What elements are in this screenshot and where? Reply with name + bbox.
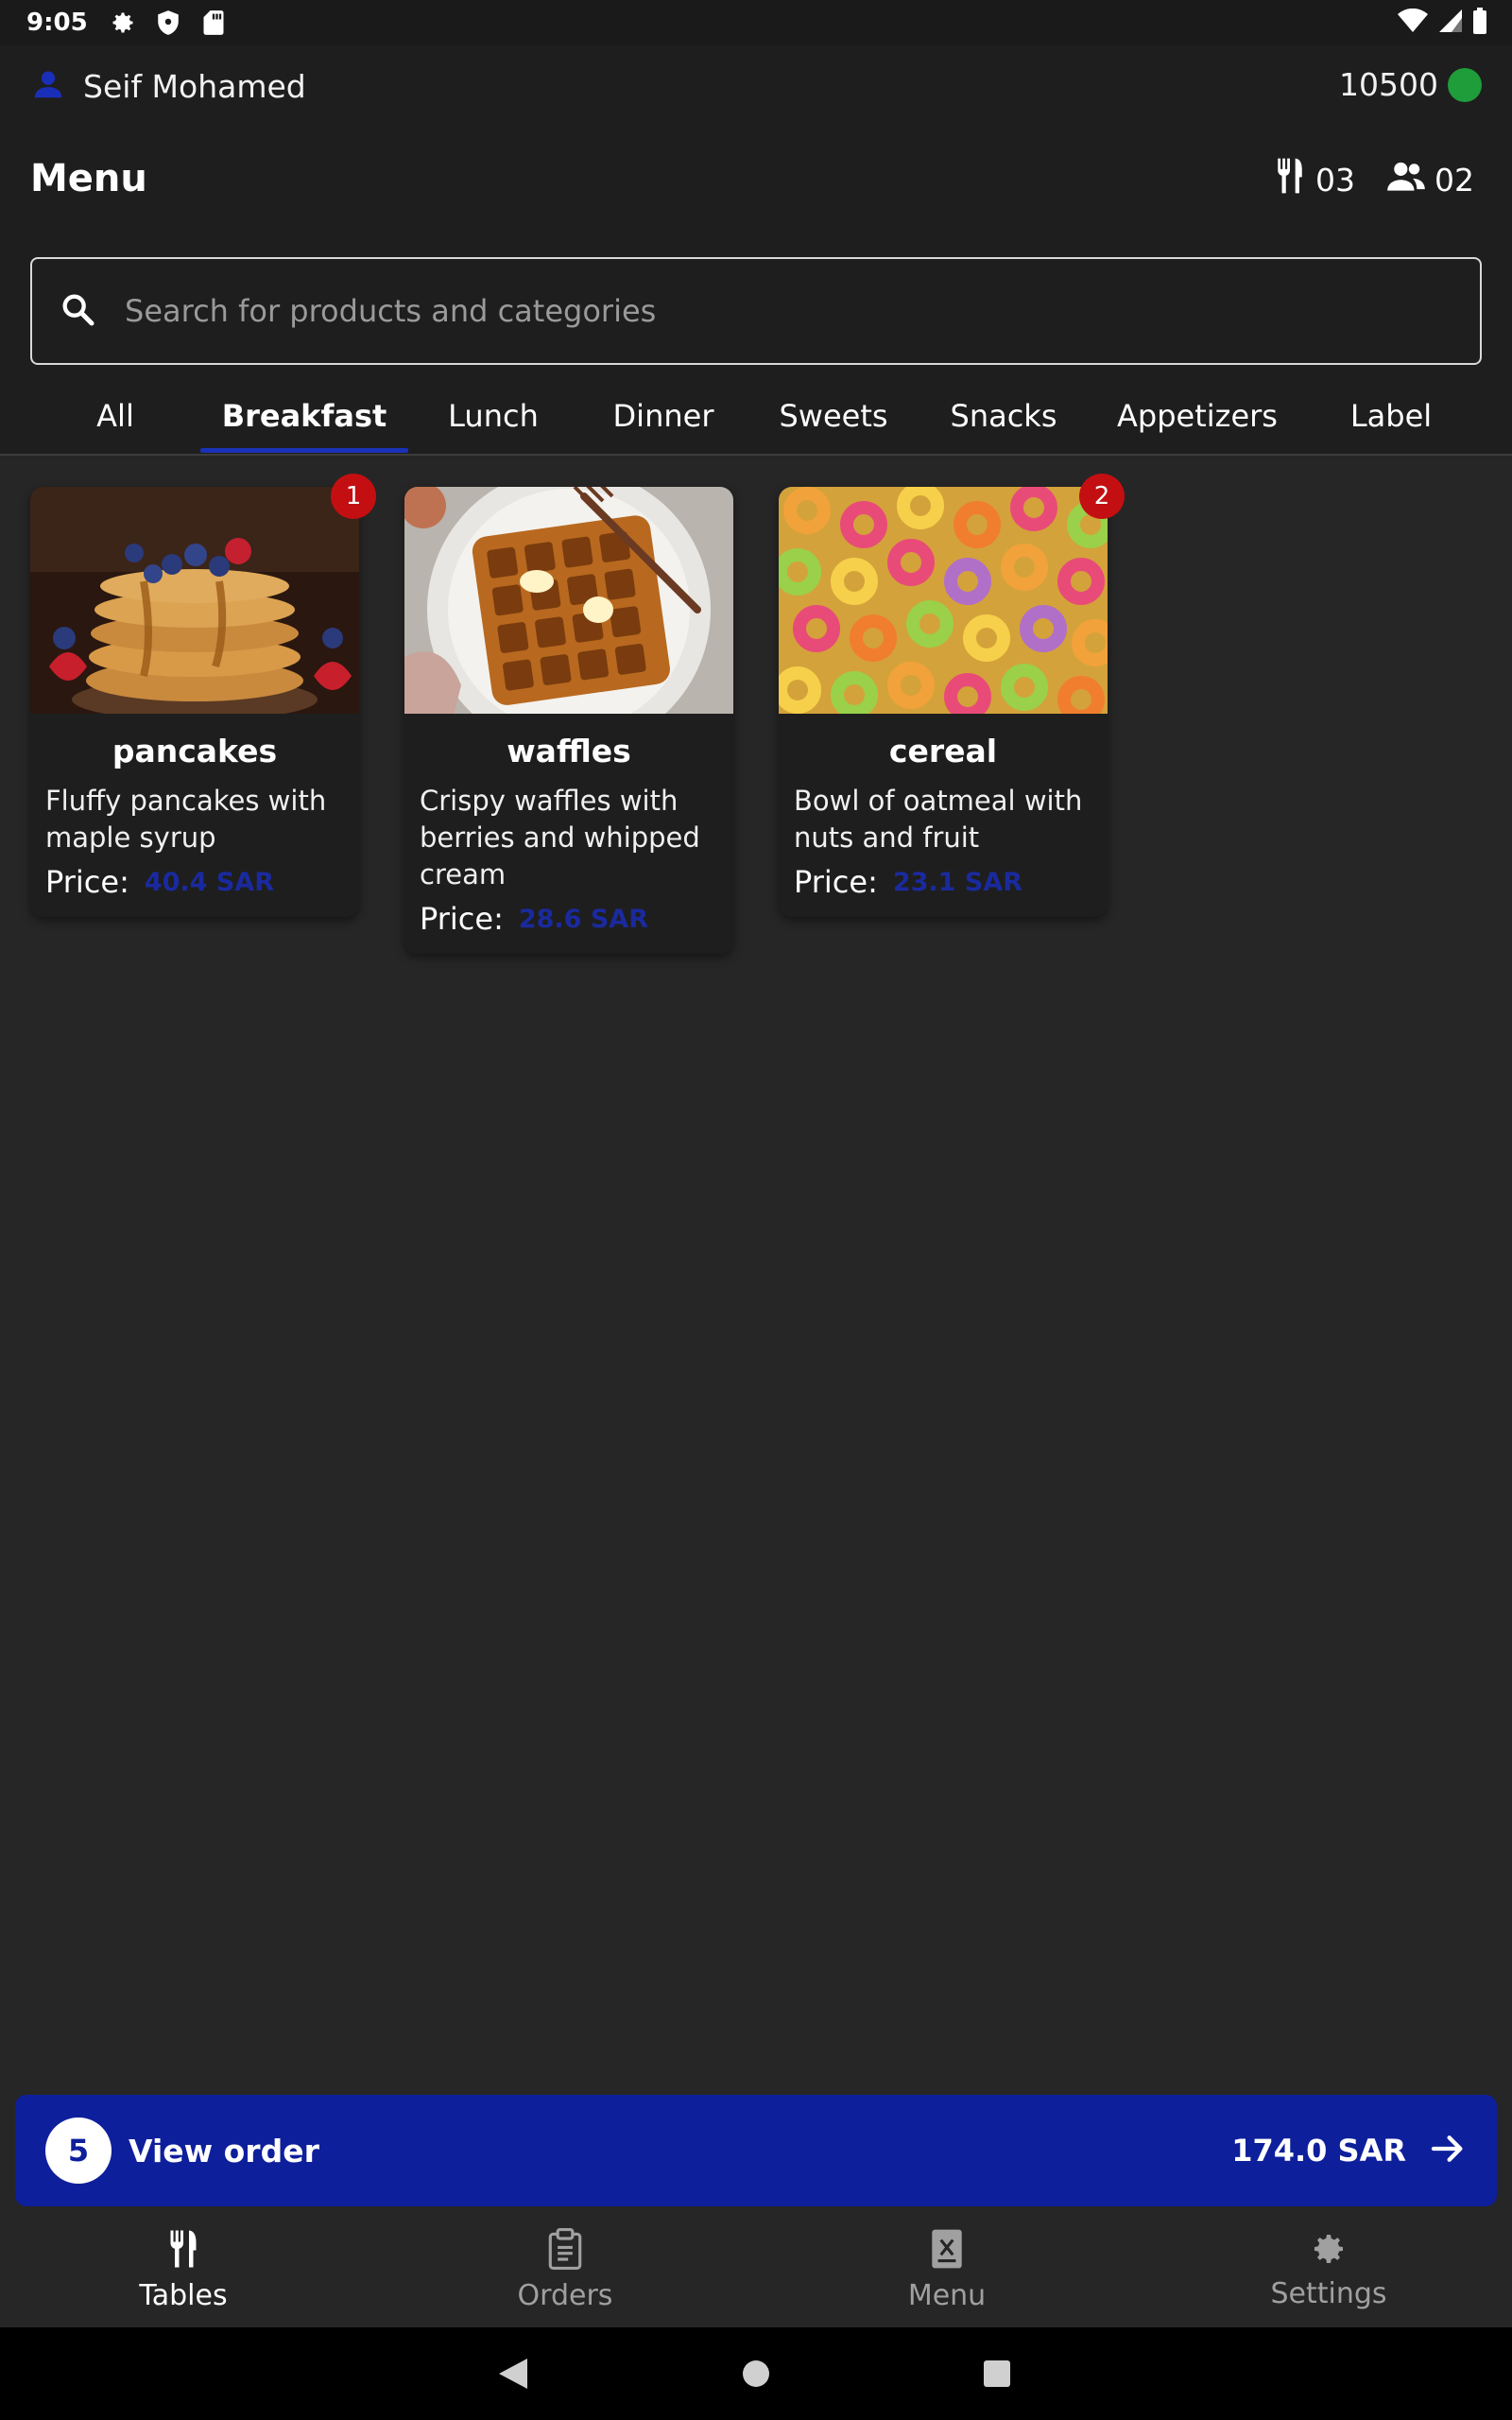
status-time: 9:05 [26,9,88,37]
system-navigation-bar [0,2327,1512,2420]
quantity-badge: 1 [331,474,376,519]
search-bar[interactable] [30,257,1482,365]
price-label: Price: [45,864,129,900]
guests-count: 02 [1435,161,1474,199]
tab-appetizers[interactable]: Appetizers [1098,378,1297,454]
person-icon [30,66,66,106]
recents-icon[interactable] [973,2350,1021,2397]
people-icon [1387,160,1425,199]
signal-icon [1438,9,1463,37]
home-icon[interactable] [732,2350,780,2397]
menu-book-icon [929,2228,965,2273]
tables-counter[interactable]: 03 [1274,157,1355,202]
points-display: 10500 [1339,66,1482,103]
product-price: 23.1 SAR [892,867,1022,897]
waffles-image [404,487,733,714]
search-input[interactable] [125,293,1353,329]
tab-breakfast[interactable]: Breakfast [200,378,408,454]
view-order-button[interactable]: 5 View order 174.0 SAR [15,2095,1497,2206]
nav-menu[interactable]: Menu [824,2212,1070,2327]
pancakes-image [30,487,359,714]
guests-counter[interactable]: 02 [1387,160,1474,199]
tab-dinner[interactable]: Dinner [588,378,739,454]
tables-count: 03 [1315,161,1355,199]
product-name: cereal [888,733,998,769]
tab-all[interactable]: All [59,378,172,454]
battery-icon [1472,8,1487,38]
order-total: 174.0 SAR [1231,2133,1406,2169]
bottom-navigation: Tables Orders Menu Settings [0,2212,1512,2327]
tabs-divider [0,454,1512,456]
nav-tables[interactable]: Tables [60,2212,306,2327]
cereal-image [779,487,1108,714]
price-label: Price: [420,901,504,937]
tab-lunch[interactable]: Lunch [427,378,559,454]
search-icon [59,290,96,332]
active-tab-indicator [200,448,408,453]
tab-snacks[interactable]: Snacks [928,378,1079,454]
price-label: Price: [794,864,878,900]
nav-label: Menu [907,2278,987,2312]
status-bar: 9:05 [0,0,1512,45]
nav-label: Tables [139,2278,228,2312]
product-card-waffles[interactable]: waffles Crispy waffles with berries and … [404,487,733,954]
points-value: 10500 [1339,66,1438,103]
product-card-cereal[interactable]: 2 cereal Bowl of oatmeal with nuts and f… [779,474,1125,917]
product-description: Crispy waffles with berries and whipped … [420,785,700,890]
header-counters: 03 02 [1274,157,1474,202]
tab-label[interactable]: Label [1315,378,1467,454]
price-row: Price: 23.1 SAR [779,856,1108,917]
product-description: Bowl of oatmeal with nuts and fruit [794,785,1083,854]
nav-orders[interactable]: Orders [442,2212,688,2327]
user-profile[interactable]: Seif Mohamed [30,66,306,106]
fork-knife-icon [166,2228,200,2273]
category-tabs: All Breakfast Lunch Dinner Sweets Snacks… [0,378,1512,454]
wifi-icon [1397,8,1429,37]
shield-icon [154,9,182,37]
status-icons-right [1397,0,1487,45]
nav-label: Settings [1270,2276,1387,2310]
tab-sweets[interactable]: Sweets [758,378,909,454]
gear-icon [1310,2230,1348,2272]
product-name: pancakes [112,733,278,769]
order-count-badge: 5 [45,2118,112,2184]
view-order-label: View order [129,2132,319,2169]
product-name: waffles [507,733,631,769]
clipboard-icon [547,2227,583,2273]
price-row: Price: 40.4 SAR [30,856,359,917]
back-icon[interactable] [490,2350,537,2397]
quantity-badge: 2 [1079,474,1125,519]
arrow-right-icon [1429,2130,1467,2171]
product-price: 40.4 SAR [144,867,274,897]
gear-icon [109,9,137,37]
fork-knife-icon [1274,157,1306,202]
sd-card-icon [199,9,228,37]
product-description: Fluffy pancakes with maple syrup [45,785,327,854]
nav-settings[interactable]: Settings [1206,2212,1452,2327]
online-status-dot [1448,67,1482,102]
product-price: 28.6 SAR [518,904,648,934]
price-row: Price: 28.6 SAR [404,893,733,954]
user-name: Seif Mohamed [83,67,306,105]
product-card-pancakes[interactable]: 1 pancakes Fluffy pancakes with maple sy… [30,474,376,917]
page-title: Menu [30,157,147,200]
nav-label: Orders [517,2278,613,2312]
